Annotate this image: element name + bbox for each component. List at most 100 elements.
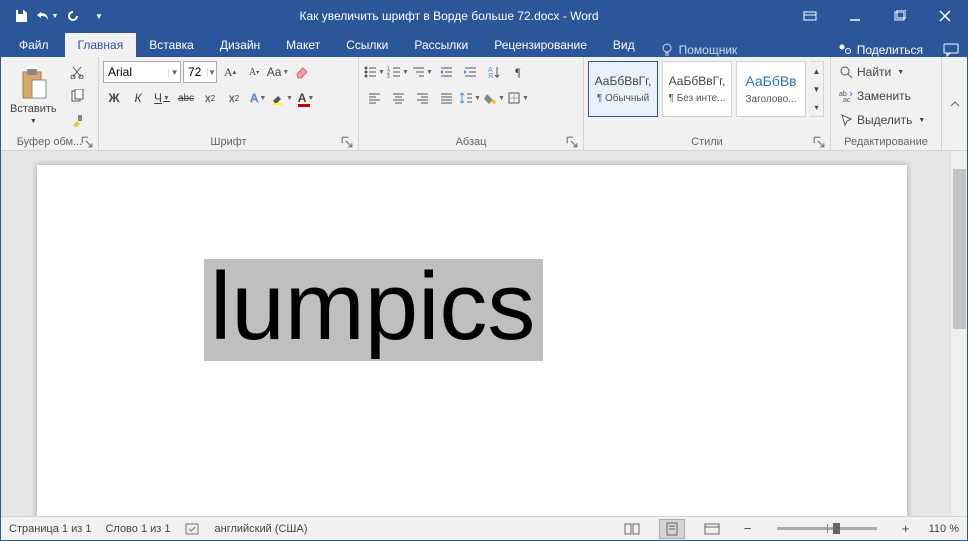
dialog-launcher-icon[interactable] (341, 136, 353, 148)
font-size-input[interactable] (184, 65, 207, 79)
line-spacing-button[interactable]: ▼ (459, 87, 481, 109)
brush-icon (70, 113, 84, 127)
font-size-combo[interactable]: ▼ (183, 61, 217, 83)
numbering-button[interactable]: 123▼ (387, 61, 409, 83)
zoom-in-button[interactable]: + (897, 521, 915, 536)
document-page[interactable]: lumpics (37, 165, 907, 516)
paste-button[interactable]: Вставить ▼ (5, 61, 62, 131)
tab-design[interactable]: Дизайн (207, 33, 273, 57)
document-area[interactable]: lumpics (1, 151, 967, 516)
chevron-up-icon[interactable]: ▲ (810, 62, 823, 80)
tab-review[interactable]: Рецензирование (481, 33, 600, 57)
align-justify-button[interactable] (435, 87, 457, 109)
selected-text[interactable]: lumpics (204, 259, 543, 361)
lightbulb-icon (660, 43, 674, 57)
shading-button[interactable]: ▼ (483, 87, 505, 109)
chevron-down-icon[interactable]: ▼ (168, 68, 180, 77)
zoom-out-button[interactable]: − (739, 521, 757, 536)
tab-layout[interactable]: Макет (273, 33, 333, 57)
replace-icon: abac (839, 89, 853, 103)
chevron-down-icon[interactable]: ▼ (207, 68, 216, 77)
multilevel-button[interactable]: ▼ (411, 61, 433, 83)
font-name-combo[interactable]: ▼ (103, 61, 181, 83)
ribbon-tabs: Файл Главная Вставка Дизайн Макет Ссылки… (1, 31, 967, 57)
style-nointerval[interactable]: АаБбВвГг,¶ Без инте... (662, 61, 732, 117)
sort-button[interactable]: AЯ (483, 61, 505, 83)
zoom-level[interactable]: 110 % (929, 523, 959, 535)
web-layout-button[interactable] (699, 519, 725, 539)
font-color-button[interactable]: A▼ (295, 87, 317, 109)
zoom-slider-knob[interactable] (833, 523, 840, 534)
text-effects-button[interactable]: A▼ (247, 87, 269, 109)
show-marks-button[interactable]: ¶ (507, 61, 529, 83)
tab-insert[interactable]: Вставка (136, 33, 207, 57)
tell-me-input[interactable]: Помощник (648, 43, 750, 57)
minimize-button[interactable] (832, 1, 877, 31)
subscript-button[interactable]: x2 (199, 87, 221, 109)
save-icon[interactable] (9, 4, 33, 28)
align-left-button[interactable] (363, 87, 385, 109)
print-layout-button[interactable] (659, 519, 685, 539)
bold-button[interactable]: Ж (103, 87, 125, 109)
chevron-up-icon (949, 98, 961, 110)
copy-button[interactable] (66, 85, 88, 107)
decrease-indent-button[interactable] (435, 61, 457, 83)
bullets-button[interactable]: ▼ (363, 61, 385, 83)
change-case-button[interactable]: Aa▼ (267, 61, 289, 83)
borders-button[interactable]: ▼ (507, 87, 529, 109)
dialog-launcher-icon[interactable] (813, 136, 825, 148)
qat-customize-icon[interactable]: ▼ (87, 4, 111, 28)
cut-button[interactable] (66, 61, 88, 83)
word-count[interactable]: Слово 1 из 1 (105, 523, 170, 535)
zoom-slider[interactable] (777, 527, 877, 530)
vertical-scrollbar[interactable] (950, 151, 967, 516)
dialog-launcher-icon[interactable] (566, 136, 578, 148)
comments-button[interactable] (935, 43, 967, 57)
clear-format-button[interactable] (291, 61, 313, 83)
replace-button[interactable]: abacЗаменить (835, 85, 937, 107)
dialog-launcher-icon[interactable] (81, 136, 93, 148)
page-status[interactable]: Страница 1 из 1 (9, 523, 91, 535)
proofing-icon[interactable] (185, 522, 201, 536)
ribbon-display-icon[interactable] (787, 1, 832, 31)
increase-indent-button[interactable] (459, 61, 481, 83)
redo-icon[interactable] (61, 4, 85, 28)
tab-file[interactable]: Файл (3, 33, 65, 57)
tab-home[interactable]: Главная (65, 33, 137, 57)
align-right-button[interactable] (411, 87, 433, 109)
highlight-button[interactable]: ▼ (271, 87, 293, 109)
underline-button[interactable]: Ч▼ (151, 87, 173, 109)
select-button[interactable]: Выделить▼ (835, 109, 937, 131)
find-button[interactable]: Найти▼ (835, 61, 937, 83)
tab-references[interactable]: Ссылки (333, 33, 401, 57)
paragraph-label: Абзац (456, 136, 487, 148)
editing-label: Редактирование (844, 136, 928, 148)
undo-icon[interactable]: ▼ (35, 4, 59, 28)
font-name-input[interactable] (104, 65, 168, 79)
language-status[interactable]: английский (США) (215, 523, 308, 535)
style-heading1[interactable]: АаБбВвЗаголово... (736, 61, 806, 117)
shrink-font-button[interactable]: A▾ (243, 61, 265, 83)
superscript-button[interactable]: x2 (223, 87, 245, 109)
share-button[interactable]: Поделиться (826, 43, 935, 57)
align-center-button[interactable] (387, 87, 409, 109)
collapse-ribbon-button[interactable] (941, 57, 967, 150)
format-painter-button[interactable] (66, 109, 88, 131)
styles-label: Стили (691, 136, 723, 148)
strike-button[interactable]: abc (175, 87, 197, 109)
styles-gallery-more[interactable]: ▲▼▾ (810, 61, 824, 117)
tab-mailings[interactable]: Рассылки (401, 33, 481, 57)
svg-text:3: 3 (387, 74, 390, 79)
web-layout-icon (704, 523, 720, 535)
tab-view[interactable]: Вид (600, 33, 648, 57)
scrollbar-thumb[interactable] (953, 169, 966, 329)
multilevel-icon (411, 65, 425, 79)
style-normal[interactable]: АаБбВвГг,¶ Обычный (588, 61, 658, 117)
chevron-down-icon[interactable]: ▼ (810, 80, 823, 98)
maximize-button[interactable] (877, 1, 922, 31)
grow-font-button[interactable]: A▴ (219, 61, 241, 83)
close-button[interactable] (922, 1, 967, 31)
expand-icon[interactable]: ▾ (810, 98, 823, 116)
read-mode-button[interactable] (619, 519, 645, 539)
italic-button[interactable]: К (127, 87, 149, 109)
